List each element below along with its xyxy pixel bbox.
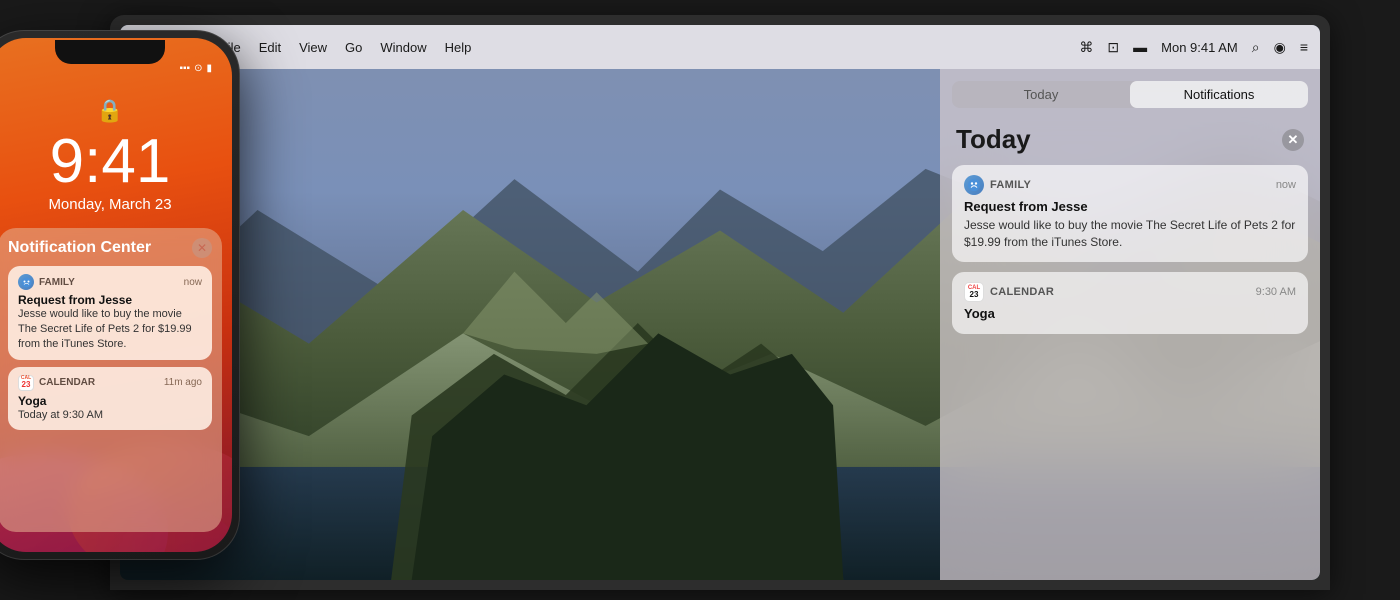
iphone-notch	[55, 40, 165, 64]
notif-section-title: Today ✕	[940, 116, 1320, 165]
menu-view[interactable]: View	[299, 40, 327, 55]
control-center-icon[interactable]: ≡	[1300, 39, 1308, 55]
family-notif-time: now	[1276, 179, 1296, 191]
ios-family-title: Request from Jesse	[18, 293, 202, 307]
ios-status-right: ▪▪▪ ⊙ ▮	[179, 63, 212, 74]
calendar-notif-title: Yoga	[964, 306, 1296, 321]
mac-screen-bezel:  Finder File Edit View Go Window Help ⌘…	[120, 25, 1320, 580]
notif-card-family-header: FAMILY now	[964, 175, 1296, 195]
ios-calendar-icon: CAL 23	[18, 375, 34, 391]
lock-icon: 🔒	[96, 98, 123, 124]
menu-bar-time: Mon 9:41 AM	[1161, 40, 1238, 55]
menu-go[interactable]: Go	[345, 40, 362, 55]
ios-calendar-header: CAL 23 CALENDAR 11m ago	[18, 375, 202, 391]
ios-notif-card-family[interactable]: FAMILY now Request from Jesse Jesse woul…	[8, 266, 212, 360]
ios-notif-center-title: Notification Center	[8, 239, 151, 257]
ios-notif-card-calendar[interactable]: CAL 23 CALENDAR 11m ago Yoga Today at 9:…	[8, 367, 212, 431]
notif-card-family[interactable]: FAMILY now Request from Jesse Jesse woul…	[952, 165, 1308, 262]
ios-family-header: FAMILY now	[18, 274, 202, 290]
ios-family-body: Jesse would like to buy the movie The Se…	[18, 307, 202, 352]
ios-notif-close[interactable]: ✕	[192, 238, 212, 258]
calendar-notif-time: 9:30 AM	[1256, 286, 1296, 298]
ios-family-time: now	[184, 277, 202, 288]
family-app-icon	[964, 175, 984, 195]
ios-calendar-time: 11m ago	[164, 377, 202, 388]
calendar-app-name: CALENDAR	[990, 286, 1256, 298]
family-app-name: FAMILY	[990, 179, 1276, 191]
ios-time-display: 9:41	[50, 126, 171, 197]
notification-panel: Today Notifications Today ✕ FAMILY now	[940, 69, 1320, 580]
ios-date-display: Monday, March 23	[48, 196, 171, 213]
ios-calendar-body: Today at 9:30 AM	[18, 408, 202, 423]
menu-bar-right: ⌘ ⊡ ▬ Mon 9:41 AM ⌕ ◉ ≡	[1079, 39, 1308, 56]
menu-edit[interactable]: Edit	[259, 40, 281, 55]
ios-family-icon	[18, 274, 34, 290]
ios-calendar-app-name: CALENDAR	[39, 377, 164, 388]
battery-icon: ▬	[1133, 39, 1147, 55]
menu-bar:  Finder File Edit View Go Window Help ⌘…	[120, 25, 1320, 69]
calendar-app-icon: CAL 23	[964, 282, 984, 302]
siri-icon[interactable]: ◉	[1274, 39, 1286, 56]
wifi-icon2: ⊡	[1107, 39, 1119, 56]
notif-card-calendar-header: CAL 23 CALENDAR 9:30 AM	[964, 282, 1296, 302]
tab-today[interactable]: Today	[952, 81, 1130, 108]
menu-help[interactable]: Help	[445, 40, 472, 55]
ios-battery-icon: ▮	[206, 63, 212, 74]
tab-notifications[interactable]: Notifications	[1130, 81, 1308, 108]
notif-card-calendar[interactable]: CAL 23 CALENDAR 9:30 AM Yoga	[952, 272, 1308, 334]
notif-close-button[interactable]: ✕	[1282, 129, 1304, 151]
ios-wifi-icon: ⊙	[194, 63, 202, 74]
ios-notif-header: Notification Center ✕	[8, 238, 212, 258]
family-notif-title: Request from Jesse	[964, 199, 1296, 214]
ios-signal-icon: ▪▪▪	[179, 63, 190, 74]
iphone-screen: ▪▪▪ ⊙ ▮ 🔒 9:41 Monday, March 23 Notifica…	[0, 38, 232, 552]
ios-notification-center: Notification Center ✕ FAMILY now Request…	[0, 228, 222, 532]
ios-family-app-name: FAMILY	[39, 277, 184, 288]
mac-laptop:  Finder File Edit View Go Window Help ⌘…	[110, 15, 1330, 590]
macos-desktop:  Finder File Edit View Go Window Help ⌘…	[120, 25, 1320, 580]
search-icon[interactable]: ⌕	[1252, 39, 1260, 56]
wifi-icon: ⌘	[1079, 39, 1093, 56]
ios-calendar-title: Yoga	[18, 394, 202, 408]
iphone-device: ▪▪▪ ⊙ ▮ 🔒 9:41 Monday, March 23 Notifica…	[0, 30, 240, 560]
notif-tabs: Today Notifications	[952, 81, 1308, 108]
menu-window[interactable]: Window	[380, 40, 426, 55]
family-notif-body: Jesse would like to buy the movie The Se…	[964, 217, 1296, 252]
